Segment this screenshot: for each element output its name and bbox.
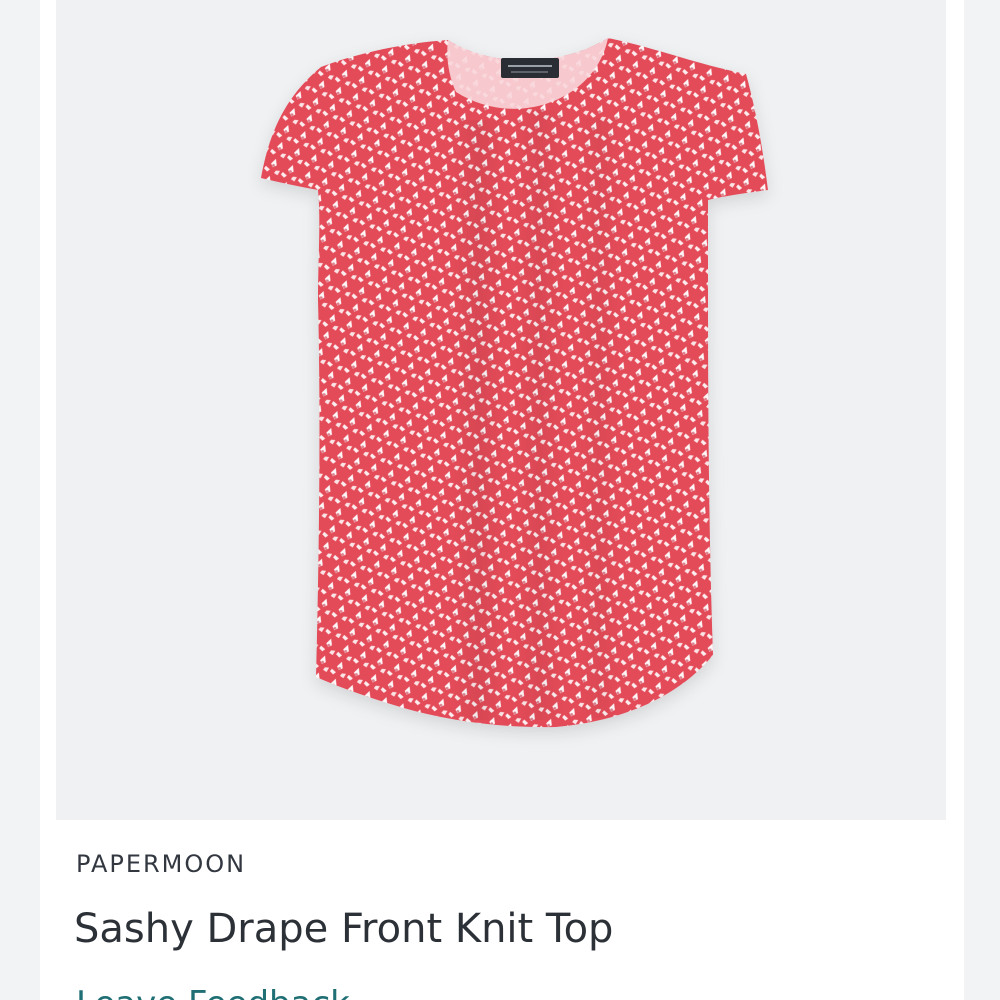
page: PAPERMOON Sashy Drape Front Knit Top Lea… — [0, 0, 1000, 1000]
product-card: PAPERMOON Sashy Drape Front Knit Top Lea… — [40, 0, 964, 1000]
product-image-area[interactable] — [56, 0, 946, 820]
product-brand: PAPERMOON — [76, 850, 247, 878]
brand-neck-label-icon — [501, 58, 559, 78]
leave-feedback-link[interactable]: Leave Feedback — [76, 984, 350, 1000]
product-image[interactable] — [56, 0, 946, 820]
product-title: Sashy Drape Front Knit Top — [74, 906, 614, 952]
